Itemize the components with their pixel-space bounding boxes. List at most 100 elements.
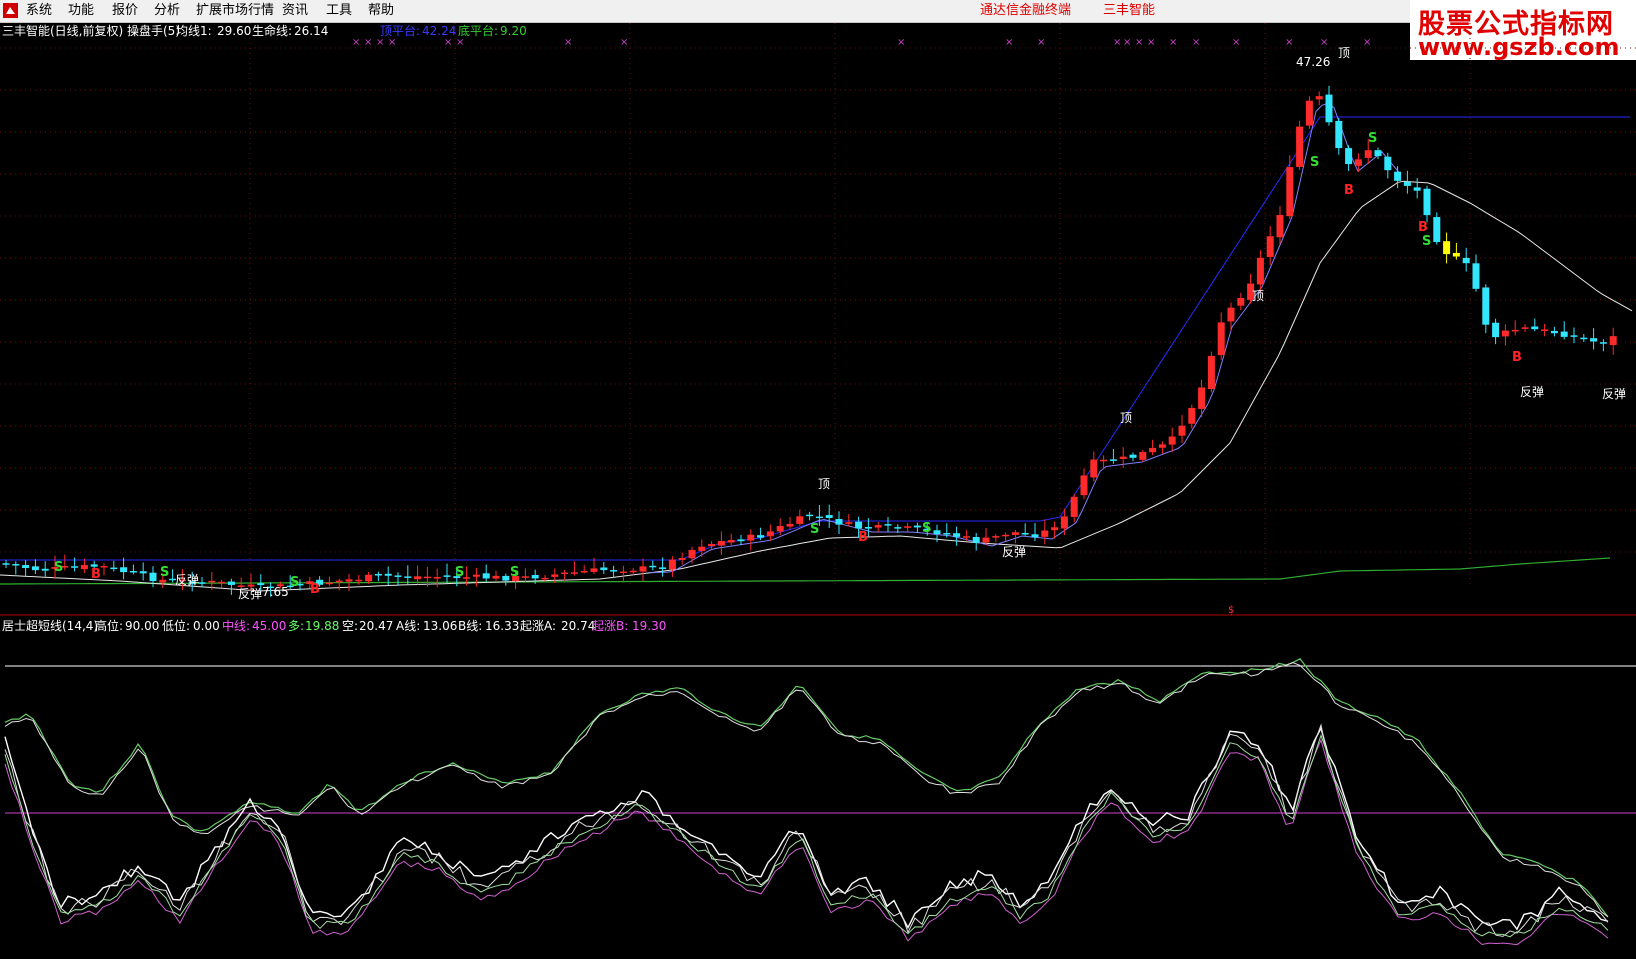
candle — [590, 568, 598, 572]
candle — [904, 526, 912, 528]
menu-function[interactable]: 功能 — [68, 3, 94, 19]
candle — [492, 575, 500, 579]
candle — [1227, 307, 1235, 322]
candle — [688, 549, 696, 559]
candle — [100, 566, 108, 568]
candle — [580, 571, 588, 573]
window-title-app: 通达信金融终端 — [980, 3, 1072, 18]
candle — [1354, 159, 1362, 166]
candle — [1413, 187, 1421, 191]
candle — [1609, 336, 1617, 346]
signal-sell: S — [922, 521, 931, 536]
candle — [678, 558, 686, 560]
candle — [1178, 425, 1186, 436]
menu-tools[interactable]: 工具 — [326, 3, 352, 19]
candle — [815, 516, 823, 519]
candle — [2, 563, 10, 565]
candle — [365, 574, 373, 582]
rise-b-value: 19.30 — [632, 619, 666, 633]
candle — [227, 581, 235, 585]
candle — [1433, 217, 1441, 243]
candle — [374, 574, 382, 576]
candle — [521, 576, 529, 578]
short-value: 20.47 — [359, 619, 393, 633]
candle — [1207, 355, 1215, 390]
x-marker: × — [376, 37, 384, 48]
signal-top: 顶 — [1252, 289, 1264, 303]
menu-quote[interactable]: 报价 — [112, 3, 138, 19]
signal-top: 顶 — [1120, 411, 1132, 425]
platform-line — [0, 116, 1630, 561]
candle — [110, 567, 118, 570]
candle — [1090, 459, 1098, 478]
candle — [992, 536, 1000, 538]
candle — [1443, 241, 1451, 255]
menu-system[interactable]: 系统 — [26, 3, 52, 19]
candle — [1266, 236, 1274, 257]
bottom-platform-label: 底平台: — [458, 23, 498, 38]
x-marker: × — [1285, 37, 1293, 48]
short-line — [4, 662, 1609, 918]
x-marker: × — [1363, 37, 1371, 48]
high-level-value: 90.00 — [125, 619, 159, 633]
candle — [1051, 527, 1059, 531]
candle — [1590, 338, 1598, 342]
candle — [394, 575, 402, 577]
candle — [1541, 329, 1549, 332]
candle — [649, 565, 657, 568]
candle — [1315, 96, 1323, 100]
candle — [1060, 516, 1068, 529]
x-marker: × — [352, 37, 360, 48]
candle — [198, 582, 206, 584]
candle — [1158, 444, 1166, 448]
x-marker: × — [364, 37, 372, 48]
b-line-value: 16.33 — [485, 619, 519, 633]
candle — [1462, 257, 1470, 264]
candle — [864, 526, 872, 529]
signal-sell: S — [455, 565, 464, 580]
menu-help[interactable]: 帮助 — [368, 3, 394, 19]
x-marker: × — [620, 37, 628, 48]
candle — [561, 572, 569, 575]
candle — [80, 565, 88, 570]
candle — [1345, 148, 1353, 165]
x-marker: × — [1232, 37, 1240, 48]
x-marker: × — [1135, 37, 1143, 48]
menu-extended-market[interactable]: 扩展市场行情 — [196, 3, 274, 19]
candle — [1276, 215, 1284, 238]
candle — [120, 567, 128, 573]
candle — [1188, 407, 1196, 424]
rise-a-value: 20.74 — [561, 619, 595, 633]
candle — [1560, 331, 1568, 337]
x-marker: × — [1320, 37, 1328, 48]
candle — [1080, 475, 1088, 496]
menu-analysis[interactable]: 分析 — [154, 3, 180, 19]
candle — [384, 573, 392, 576]
x-marker: × — [564, 37, 572, 48]
candle — [1021, 533, 1029, 535]
candle — [551, 574, 559, 577]
signal-buy: B — [1344, 183, 1354, 198]
menu-news[interactable]: 资讯 — [282, 3, 308, 19]
signal-rebound: 反弹 — [1002, 545, 1026, 559]
life-line-label: 生命线: — [252, 23, 292, 38]
signal-sell: S — [160, 565, 169, 580]
candle — [325, 582, 333, 585]
signal-top: 顶 — [1338, 46, 1350, 60]
candle — [825, 515, 833, 518]
candle — [1296, 126, 1304, 167]
candle — [570, 572, 578, 574]
top-platform-label: 顶平台: — [380, 23, 420, 38]
candle — [1002, 534, 1010, 537]
candle — [1452, 252, 1460, 257]
b-line-label: B线: — [458, 619, 482, 633]
signal-buy: B — [1512, 350, 1522, 365]
chart-area[interactable]: 三丰智能(日线,前复权) 操盘手(5) 均线1: 29.60 生命线: 26.1… — [0, 23, 1636, 959]
x-marker: × — [1113, 37, 1121, 48]
x-marker: × — [1037, 37, 1045, 48]
candle — [1070, 496, 1078, 517]
b-line — [4, 733, 1609, 938]
candle — [708, 543, 716, 547]
candle — [943, 533, 951, 535]
candle — [129, 571, 137, 573]
